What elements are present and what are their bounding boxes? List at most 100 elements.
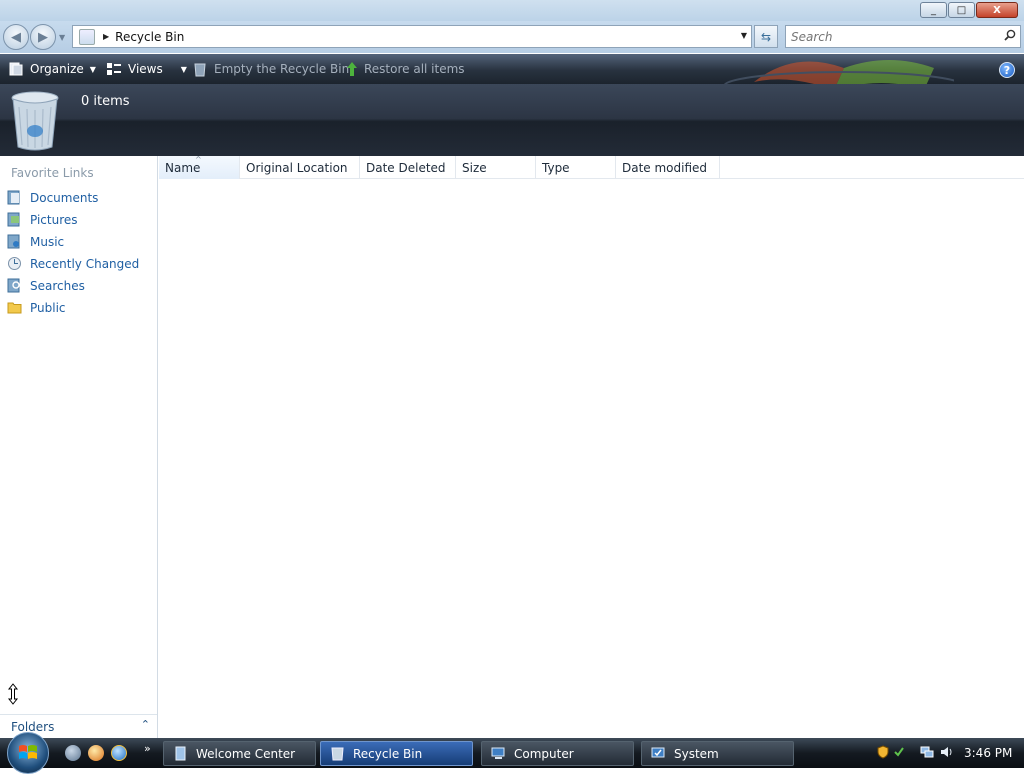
taskbar-button-system[interactable]: System [641,741,794,766]
recycle-bin-small-icon [79,28,95,45]
column-header-type[interactable]: Type [536,156,616,179]
pictures-icon [7,212,20,227]
recently-changed-icon [8,257,21,270]
file-list-pane[interactable]: ^ Name Original Location Date Deleted Si… [159,155,1024,738]
taskbar-button-welcome-center[interactable]: Welcome Center [163,741,316,766]
favorite-link-label: Searches [30,278,85,293]
quick-launch-more-icon[interactable]: » [144,742,151,755]
network-icon[interactable] [920,745,934,759]
column-header-label: Date modified [622,160,708,175]
favorite-link-label: Public [30,300,66,315]
internet-explorer-icon[interactable] [111,745,127,761]
column-header-label: Size [462,160,487,175]
favorite-link-label: Music [30,234,65,249]
favorite-link-recently-changed[interactable]: Recently Changed [7,256,139,271]
column-header-name[interactable]: ^ Name [159,155,240,179]
address-bar[interactable]: ▶ Recycle Bin ▼ [72,25,752,48]
recent-pages-dropdown-icon[interactable]: ▼ [59,33,65,42]
column-header-date-deleted[interactable]: Date Deleted [360,156,456,179]
views-icon [107,63,121,75]
minimize-button[interactable]: _ [920,2,947,18]
organize-button[interactable]: Organize ▼ [8,61,96,77]
column-header-date-modified[interactable]: Date modified [616,156,720,179]
navigation-bar: ◀ ▶ ▼ ▶ Recycle Bin ▼ ⇆ [0,21,1024,53]
taskbar: » Welcome Center Recycle Bin Computer Sy… [0,732,1024,774]
taskbar-button-label: Recycle Bin [353,746,423,761]
back-arrow-icon: ◀ [11,29,21,45]
taskbar-button-recycle-bin[interactable]: Recycle Bin [320,741,473,766]
computer-icon [491,747,505,759]
empty-recycle-bin-button[interactable]: Empty the Recycle Bin [192,61,349,77]
empty-bin-icon [194,63,206,77]
empty-recycle-bin-label: Empty the Recycle Bin [214,62,350,76]
organize-icon [9,62,23,76]
taskbar-button-label: Welcome Center [196,746,296,761]
favorite-link-searches[interactable]: Searches [7,278,85,293]
restore-arrow-icon [347,62,357,76]
address-dropdown-icon[interactable]: ▼ [741,31,747,40]
favorite-link-music[interactable]: Music [7,234,64,249]
help-icon[interactable]: ? [999,62,1015,78]
favorite-link-pictures[interactable]: Pictures [7,212,78,227]
caption-buttons: _ □ X [920,2,1018,18]
maximize-button[interactable]: □ [948,2,975,18]
favorite-link-public[interactable]: Public [7,300,66,315]
title-bar[interactable]: _ □ X [0,0,1024,21]
switch-windows-icon[interactable] [88,745,104,761]
column-header-label: Date Deleted [366,160,446,175]
taskbar-button-label: System [674,746,719,761]
refresh-button[interactable]: ⇆ [754,25,778,48]
forward-button[interactable]: ▶ [30,24,56,50]
breadcrumb-location[interactable]: Recycle Bin [115,30,184,44]
column-header-row: ^ Name Original Location Date Deleted Si… [159,155,1024,179]
favorite-link-label: Documents [30,190,99,205]
organize-label: Organize [30,62,84,76]
public-folder-icon [7,302,22,314]
favorite-link-label: Recently Changed [30,256,140,271]
music-icon [7,234,20,249]
back-button[interactable]: ◀ [3,24,29,50]
recycle-bin-small-icon [331,747,344,761]
close-button[interactable]: X [976,2,1018,18]
searches-icon [7,278,20,293]
windows-logo-watermark-icon [723,60,954,84]
restore-all-items-button[interactable]: Restore all items [346,61,465,77]
search-icon[interactable] [1004,29,1016,41]
show-desktop-icon[interactable] [65,745,81,761]
forward-arrow-icon: ▶ [38,29,48,45]
details-header: 0 items [0,84,1024,156]
command-toolbar: Organize ▼ Views ▼ Empty the Recycle Bin… [0,54,1024,84]
sort-ascending-icon: ^ [195,155,202,164]
views-label: Views [128,62,163,76]
resize-cursor-icon [7,683,19,705]
views-button[interactable]: Views ▼ [106,61,187,77]
search-box[interactable] [785,25,1021,48]
security-shield-icon[interactable] [876,745,890,759]
column-header-size[interactable]: Size [456,156,536,179]
favorite-links-heading: Favorite Links [11,166,94,180]
safely-remove-icon[interactable] [892,745,906,759]
windows-start-icon [19,745,37,759]
system-icon [651,747,665,758]
column-header-label: Original Location [246,160,348,175]
restore-all-items-label: Restore all items [364,62,465,76]
documents-icon [7,190,20,205]
navigation-pane: Favorite Links Documents Pictures Music … [0,156,158,738]
volume-icon[interactable] [939,745,953,759]
taskbar-button-label: Computer [514,746,574,761]
taskbar-button-computer[interactable]: Computer [481,741,634,766]
favorite-link-label: Pictures [30,212,78,227]
chevron-up-icon: ⌃ [140,718,150,731]
column-header-label: Type [542,160,570,175]
organize-dropdown-icon: ▼ [89,64,96,74]
views-dropdown-icon: ▼ [180,64,187,74]
notification-area: 3:46 PM [870,738,1024,768]
refresh-icon: ⇆ [760,29,772,44]
item-count: 0 items [81,94,130,109]
column-header-original-location[interactable]: Original Location [240,156,360,179]
search-input[interactable] [786,26,986,47]
breadcrumb-chevron-icon[interactable]: ▶ [103,32,109,41]
favorite-link-documents[interactable]: Documents [7,190,98,205]
explorer-window: _ □ X ◀ ▶ ▼ ▶ Recycle Bin ▼ ⇆ Search Org… [0,0,1024,738]
system-clock[interactable]: 3:46 PM [964,746,1012,760]
